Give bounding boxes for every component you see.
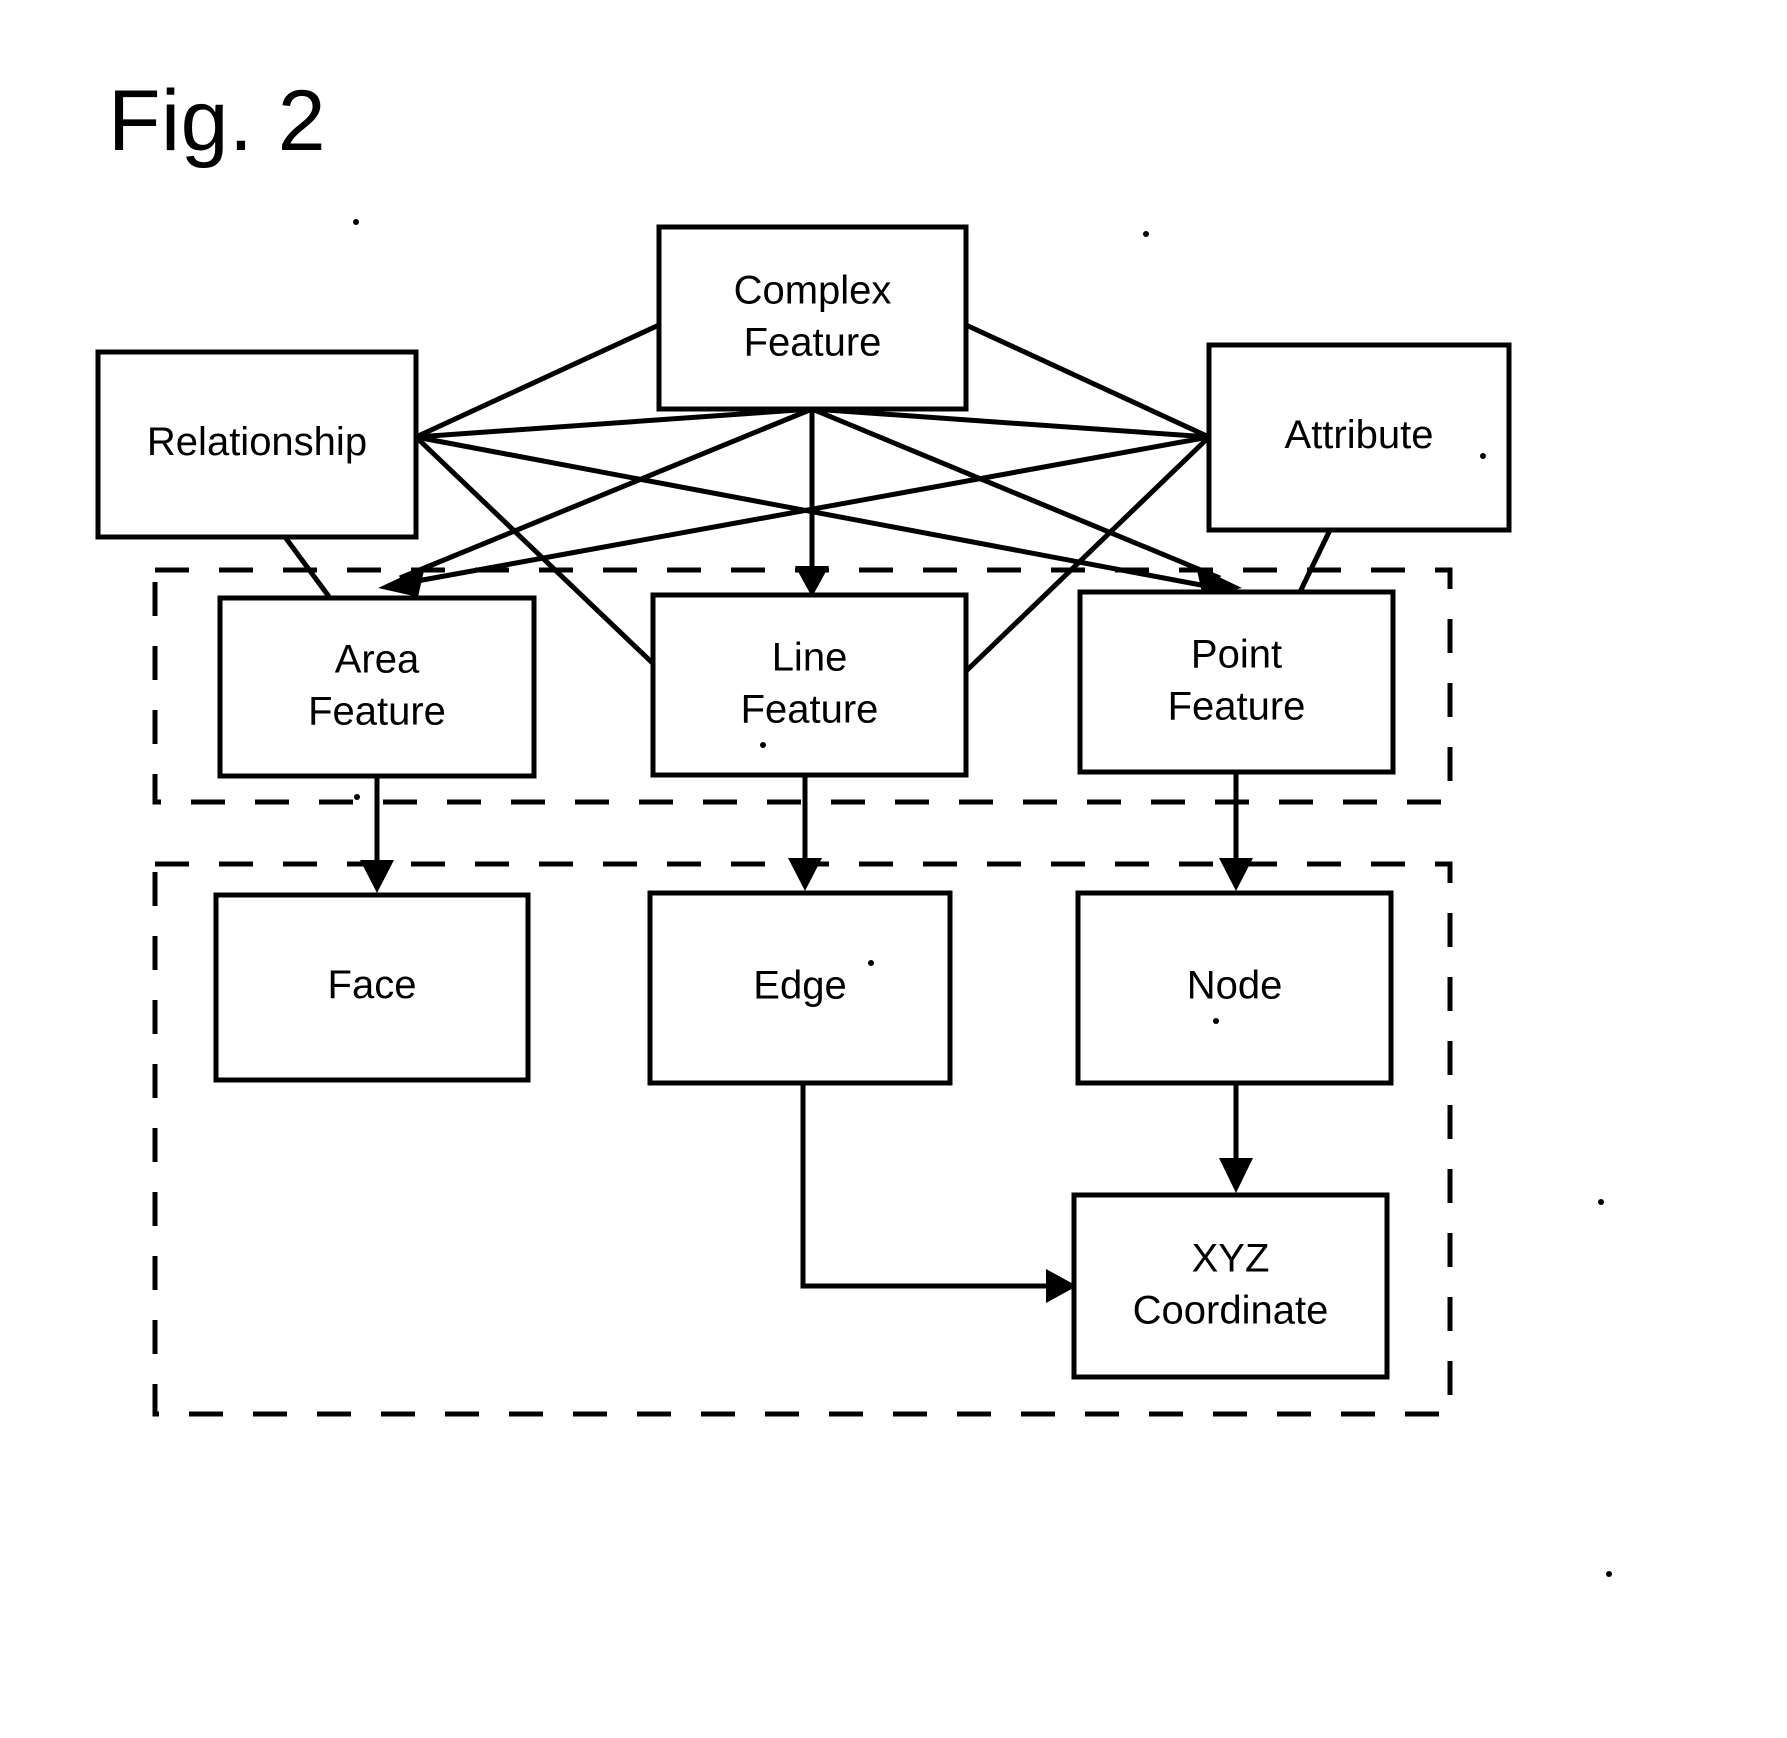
- node-face[interactable]: Face: [213, 892, 531, 1083]
- arrowhead-point-node: [1219, 858, 1253, 891]
- node-box-point-feature[interactable]: [1077, 589, 1396, 775]
- arrowhead-node-xyz: [1219, 1158, 1253, 1193]
- node-box-line-feature[interactable]: [650, 592, 969, 778]
- connector-layer: [282, 322, 1333, 1303]
- node-label-line-feature-line1: Line: [772, 636, 848, 680]
- arrowhead-complex-line: [795, 566, 829, 597]
- node-line-feature[interactable]: Line Feature: [650, 592, 969, 778]
- node-attribute[interactable]: Attribute: [1206, 342, 1512, 533]
- scan-speck: [354, 794, 360, 800]
- figure-root: Fig. 2 Complex Feature Relationship Attr…: [0, 0, 1787, 1738]
- node-label-xyz-coordinate-line2: Coordinate: [1133, 1289, 1329, 1333]
- scan-speck: [1213, 1018, 1219, 1024]
- node-label-edge-line1: Edge: [753, 964, 846, 1008]
- node-label-node-line1: Node: [1187, 964, 1283, 1008]
- node-label-point-feature-line1: Point: [1191, 633, 1282, 677]
- connector-attribute-point: [1297, 528, 1333, 594]
- node-label-complex-feature-line2: Feature: [744, 321, 882, 365]
- node-relationship[interactable]: Relationship: [95, 349, 419, 540]
- arrowhead-area-face: [360, 860, 394, 893]
- node-point-feature[interactable]: Point Feature: [1077, 589, 1396, 775]
- node-box-xyz-coordinate[interactable]: [1071, 1192, 1390, 1380]
- node-label-relationship-line1: Relationship: [147, 420, 367, 464]
- node-label-face-line1: Face: [328, 963, 417, 1007]
- node-label-complex-feature-line1: Complex: [734, 269, 892, 313]
- node-area-feature[interactable]: Area Feature: [217, 595, 537, 779]
- node-label-xyz-coordinate-line1: XYZ: [1192, 1237, 1270, 1281]
- diagram-canvas: Complex Feature Relationship Attribute A…: [95, 219, 1612, 1577]
- scan-speck: [1480, 453, 1486, 459]
- node-label-line-feature-line2: Feature: [741, 688, 879, 732]
- scan-speck: [1143, 231, 1149, 237]
- connector-edge-xyz: [800, 1083, 1048, 1289]
- node-box-complex-feature[interactable]: [656, 224, 969, 412]
- node-label-area-feature-line2: Feature: [308, 690, 446, 734]
- node-edge[interactable]: Edge: [647, 890, 953, 1086]
- arrowhead-line-edge: [788, 858, 822, 891]
- node-box-area-feature[interactable]: [217, 595, 537, 779]
- scan-speck: [1606, 1571, 1612, 1577]
- node-node[interactable]: Node: [1075, 890, 1394, 1086]
- node-label-attribute-line1: Attribute: [1285, 413, 1434, 457]
- node-xyz-coordinate[interactable]: XYZ Coordinate: [1071, 1192, 1390, 1380]
- node-complex-feature[interactable]: Complex Feature: [656, 224, 969, 412]
- node-label-area-feature-line1: Area: [335, 638, 420, 682]
- scan-speck: [1598, 1199, 1604, 1205]
- node-label-point-feature-line2: Feature: [1168, 685, 1306, 729]
- scan-speck: [353, 219, 359, 225]
- scan-speck: [760, 742, 766, 748]
- scan-speck: [868, 960, 874, 966]
